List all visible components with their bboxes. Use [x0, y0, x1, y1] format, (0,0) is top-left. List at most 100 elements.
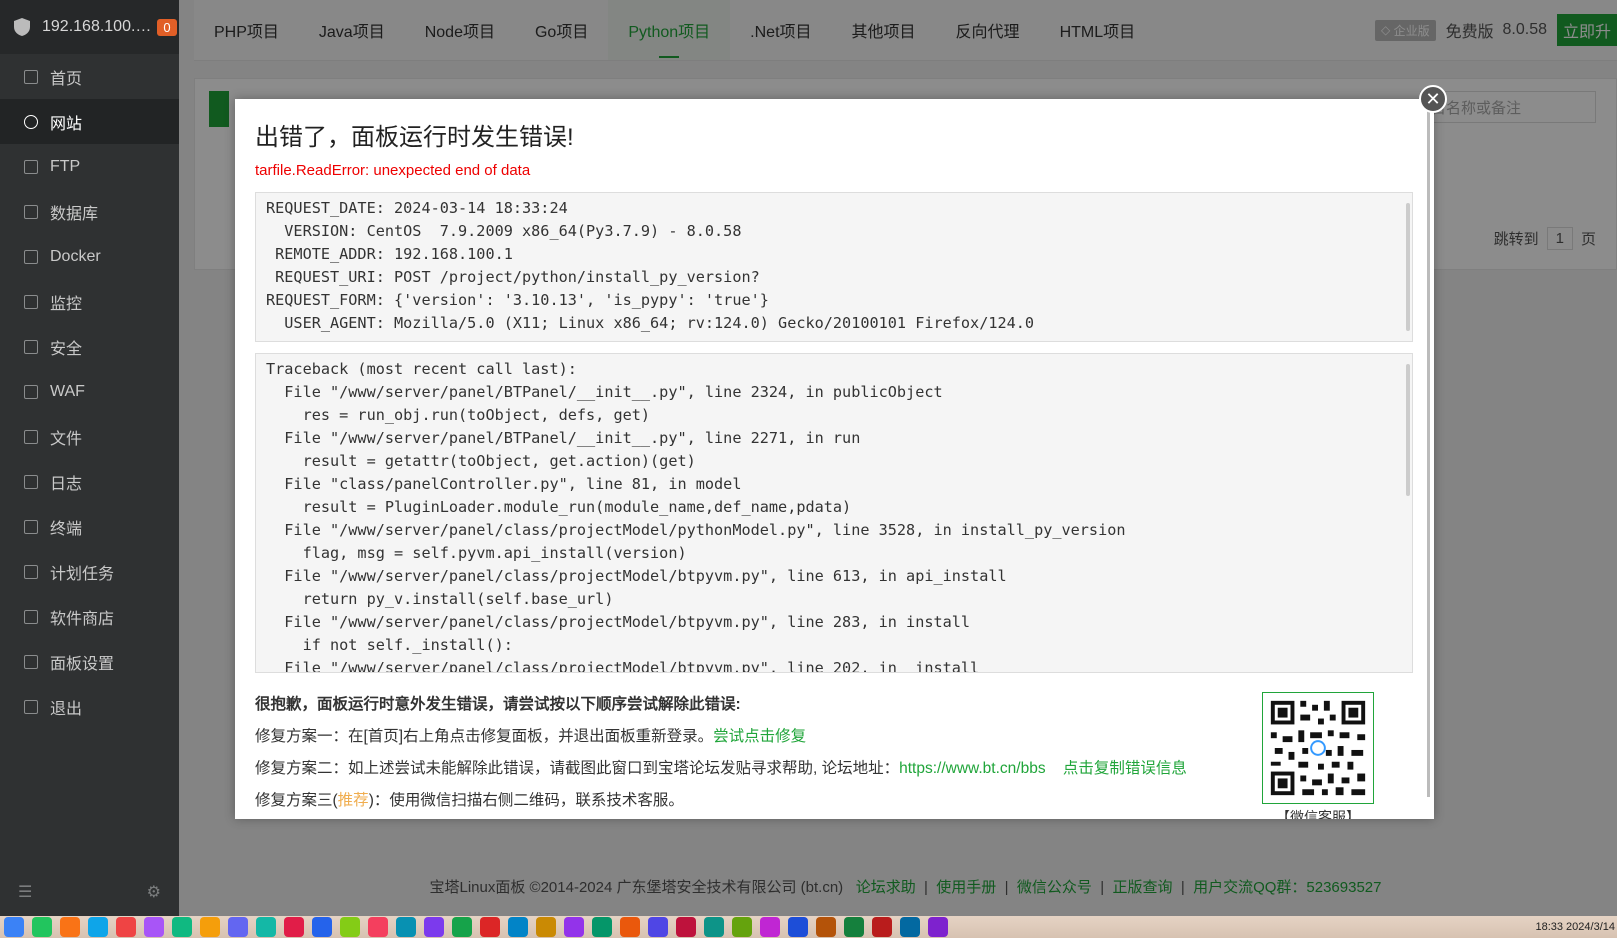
taskbar-app-icon[interactable]	[592, 917, 612, 937]
copy-error-link[interactable]: 点击复制错误信息	[1063, 760, 1187, 777]
sidebar-item-label: Docker	[50, 247, 101, 265]
taskbar-app-icon[interactable]	[704, 917, 724, 937]
logout-icon	[24, 699, 38, 714]
sidebar-item-4[interactable]: Docker	[0, 234, 179, 279]
taskbar-app-icon[interactable]	[480, 917, 500, 937]
traceback-scrollbar[interactable]	[1406, 364, 1410, 496]
server-header[interactable]: 192.168.100.… 0	[0, 0, 179, 54]
error-message: tarfile.ReadError: unexpected end of dat…	[255, 162, 531, 179]
taskbar-app-icon[interactable]	[340, 917, 360, 937]
sidebar-item-0[interactable]: 首页	[0, 54, 179, 99]
sidebar-item-7[interactable]: WAF	[0, 369, 179, 414]
collapse-menu-icon[interactable]: ☰	[18, 882, 32, 902]
sidebar-item-label: 计划任务	[50, 565, 115, 583]
taskbar-app-icon[interactable]	[676, 917, 696, 937]
sidebar-item-14[interactable]: 退出	[0, 684, 179, 729]
taskbar-app-icon[interactable]	[564, 917, 584, 937]
taskbar-app-icon[interactable]	[424, 917, 444, 937]
request-info-box[interactable]: REQUEST_DATE: 2024-03-14 18:33:24 VERSIO…	[255, 192, 1413, 342]
fix3-prefix: 修复方案三(	[255, 792, 338, 809]
taskbar-app-icon[interactable]	[872, 917, 892, 937]
error-dialog: 出错了，面板运行时发生错误! tarfile.ReadError: unexpe…	[235, 99, 1434, 819]
taskbar-app-icon[interactable]	[88, 917, 108, 937]
forum-link[interactable]: https://www.bt.cn/bbs	[899, 760, 1045, 777]
taskbar-app-icon[interactable]	[900, 917, 920, 937]
sidebar: 192.168.100.… 0 首页网站 FTP 数据库 Docker 监控安全 WAF 文…	[0, 0, 179, 916]
taskbar-app-icon[interactable]	[312, 917, 332, 937]
sidebar-item-label: 文件	[50, 430, 83, 448]
taskbar-app-icon[interactable]	[788, 917, 808, 937]
sidebar-item-6[interactable]: 安全	[0, 324, 179, 369]
traceback-box[interactable]: Traceback (most recent call last): File …	[255, 353, 1413, 673]
taskbar-app-icon[interactable]	[144, 917, 164, 937]
taskbar-app-icon[interactable]	[4, 917, 24, 937]
close-icon: ✕	[1425, 88, 1441, 109]
ftp-icon	[24, 159, 38, 174]
taskbar-app-icon[interactable]	[60, 917, 80, 937]
taskbar-app-icon[interactable]	[368, 917, 388, 937]
dialog-scrollbar[interactable]	[1427, 107, 1430, 797]
taskbar-app-icon[interactable]	[648, 917, 668, 937]
taskbar-app-icon[interactable]	[928, 917, 948, 937]
request-info-scrollbar[interactable]	[1406, 203, 1410, 331]
recommended-label: 推荐	[337, 792, 369, 809]
taskbar-app-icon[interactable]	[396, 917, 416, 937]
taskbar-app-icon[interactable]	[172, 917, 192, 937]
notification-badge[interactable]: 0	[157, 18, 177, 36]
home-icon	[24, 69, 38, 84]
taskbar-app-icon[interactable]	[760, 917, 780, 937]
traceback-text: Traceback (most recent call last): File …	[266, 360, 1126, 673]
bt-shield-icon	[14, 18, 30, 36]
sidebar-item-label: WAF	[50, 382, 85, 400]
terminal-icon	[24, 519, 38, 534]
sidebar-item-label: 终端	[50, 520, 83, 538]
taskbar-app-icon[interactable]	[620, 917, 640, 937]
request-info-text: REQUEST_DATE: 2024-03-14 18:33:24 VERSIO…	[266, 199, 1035, 332]
sidebar-item-5[interactable]: 监控	[0, 279, 179, 324]
taskbar-app-icon[interactable]	[536, 917, 556, 937]
help-title: 很抱歉，面板运行时意外发生错误，请尝试按以下顺序尝试解除此错误:	[255, 696, 741, 713]
log-icon	[24, 474, 38, 489]
calendar-icon	[24, 564, 38, 579]
close-dialog-button[interactable]: ✕	[1419, 85, 1447, 113]
fix2-text: 修复方案二：如上述尝试未能解除此错误，请截图此窗口到宝塔论坛发贴寻求帮助, 论坛…	[255, 760, 900, 777]
taskbar-app-icon[interactable]	[508, 917, 528, 937]
taskbar-app-icon[interactable]	[284, 917, 304, 937]
help-section: 很抱歉，面板运行时意外发生错误，请尝试按以下顺序尝试解除此错误: 修复方案一：在…	[255, 689, 1187, 817]
sidebar-item-9[interactable]: 日志	[0, 459, 179, 504]
gear-icon	[24, 654, 38, 669]
database-icon	[24, 204, 38, 219]
taskbar-app-icon[interactable]	[32, 917, 52, 937]
shield-icon	[24, 339, 38, 354]
taskbar-app-icon[interactable]	[200, 917, 220, 937]
sidebar-item-1[interactable]: 网站	[0, 99, 179, 144]
taskbar-app-icon[interactable]	[732, 917, 752, 937]
sidebar-item-2[interactable]: FTP	[0, 144, 179, 189]
sidebar-item-label: 网站	[50, 115, 83, 133]
sidebar-item-label: 首页	[50, 70, 83, 88]
taskbar-app-icon[interactable]	[816, 917, 836, 937]
fix1-text: 修复方案一：在[首页]右上角点击修复面板，并退出面板重新登录。	[255, 728, 714, 745]
sidebar-item-8[interactable]: 文件	[0, 414, 179, 459]
sidebar-item-11[interactable]: 计划任务	[0, 549, 179, 594]
sidebar-item-12[interactable]: 软件商店	[0, 594, 179, 639]
taskbar-app-icon[interactable]	[452, 917, 472, 937]
sidebar-item-13[interactable]: 面板设置	[0, 639, 179, 684]
taskbar-app-icon[interactable]	[228, 917, 248, 937]
waf-icon	[24, 384, 38, 399]
taskbar-app-icon[interactable]	[256, 917, 276, 937]
sidebar-item-3[interactable]: 数据库	[0, 189, 179, 234]
wechat-qr-code	[1262, 692, 1374, 804]
taskbar-app-icon[interactable]	[844, 917, 864, 937]
qr-label: 【微信客服】	[1276, 809, 1360, 819]
taskbar-app-icon[interactable]	[116, 917, 136, 937]
sidebar-item-label: 监控	[50, 295, 83, 313]
taskbar: 18:33 2024/3/14	[0, 916, 1617, 938]
sidebar-item-label: 数据库	[50, 205, 99, 223]
fix3-text: )：使用微信扫描右侧二维码，联系技术客服。	[368, 792, 684, 809]
sidebar-item-10[interactable]: 终端	[0, 504, 179, 549]
server-address: 192.168.100.…	[42, 18, 152, 35]
globe-icon	[24, 114, 38, 129]
theme-gear-icon[interactable]: ⚙	[147, 882, 161, 902]
try-repair-link[interactable]: 尝试点击修复	[713, 728, 806, 745]
